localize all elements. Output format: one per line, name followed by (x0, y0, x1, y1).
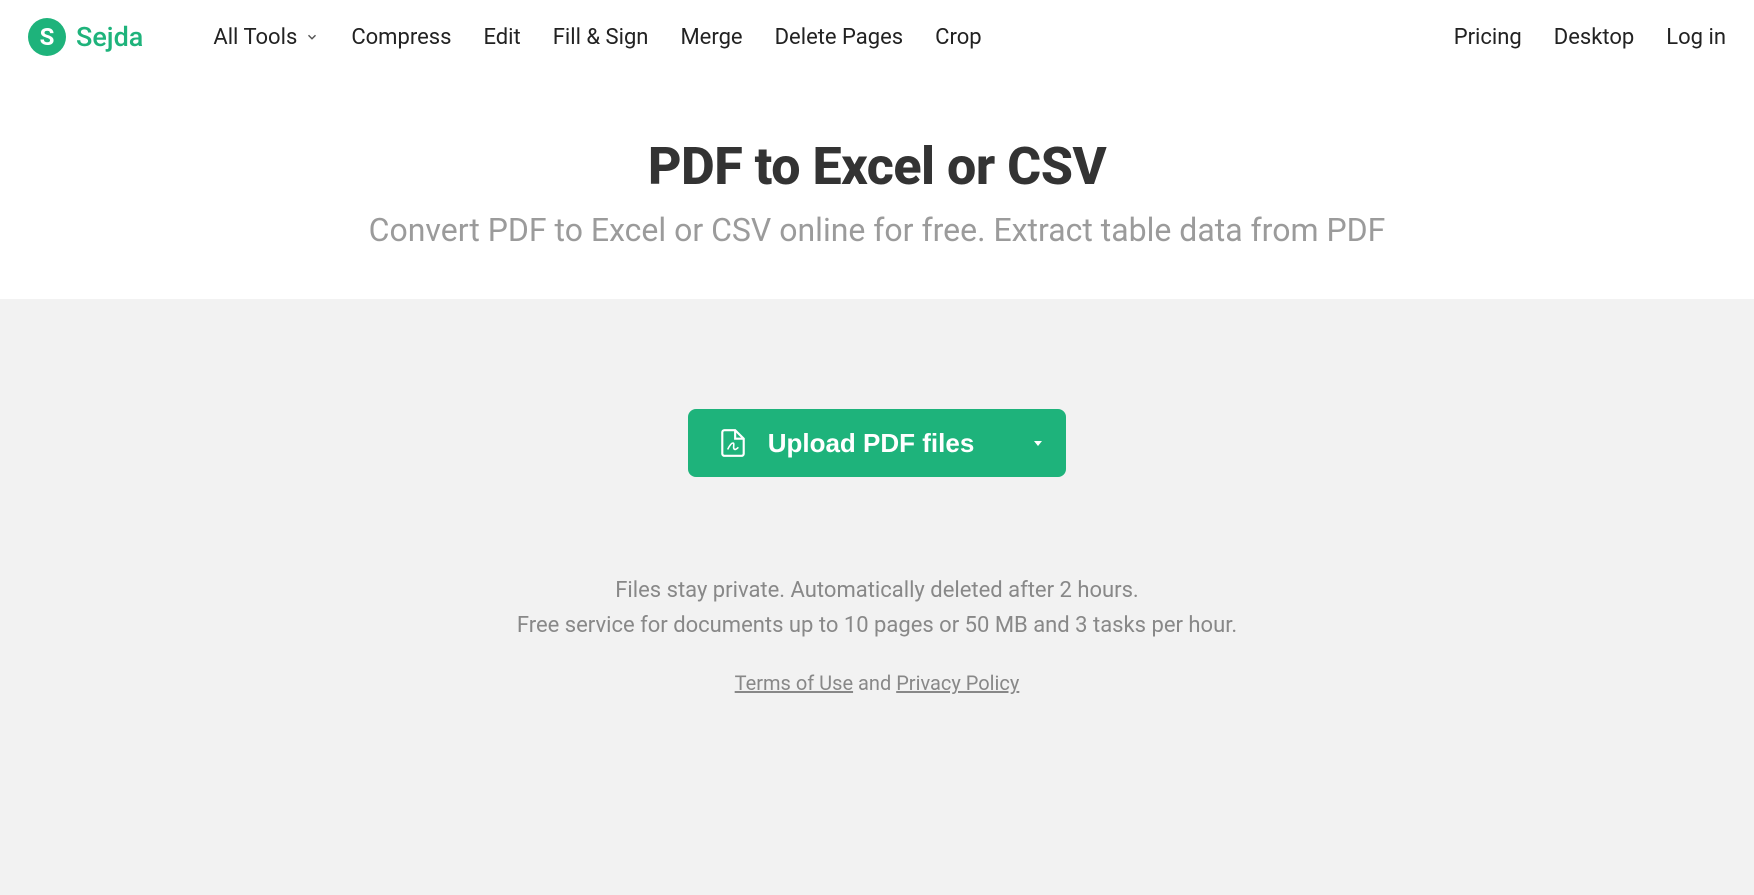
legal-links: Terms of Use and Privacy Policy (0, 671, 1754, 695)
header: S Sejda All Tools Compress Edit Fill & S… (0, 0, 1754, 74)
info-line-1: Files stay private. Automatically delete… (0, 573, 1754, 608)
page-subtitle: Convert PDF to Excel or CSV online for f… (0, 211, 1754, 249)
nav-fill-sign[interactable]: Fill & Sign (553, 25, 649, 50)
page-title: PDF to Excel or CSV (0, 136, 1754, 197)
info-line-2: Free service for documents up to 10 page… (0, 608, 1754, 643)
nav-all-tools-label: All Tools (213, 25, 297, 50)
logo[interactable]: S Sejda (28, 18, 143, 56)
nav-compress-label: Compress (351, 25, 451, 50)
logo-initial: S (40, 23, 55, 51)
nav-edit[interactable]: Edit (483, 25, 520, 50)
nav-crop[interactable]: Crop (935, 25, 981, 50)
upload-button-main: Upload PDF files (688, 409, 1011, 477)
nav-crop-label: Crop (935, 25, 981, 50)
file-pdf-icon (720, 428, 746, 458)
nav-desktop-label: Desktop (1554, 25, 1635, 50)
logo-text: Sejda (76, 21, 143, 53)
nav-compress[interactable]: Compress (351, 25, 451, 50)
nav-login-label: Log in (1666, 25, 1726, 50)
nav-left: All Tools Compress Edit Fill & Sign Merg… (213, 25, 981, 50)
nav-fill-sign-label: Fill & Sign (553, 25, 649, 50)
nav-merge-label: Merge (680, 25, 742, 50)
nav-login[interactable]: Log in (1666, 25, 1726, 50)
upload-button[interactable]: Upload PDF files (688, 409, 1067, 477)
caret-down-icon (1032, 437, 1044, 449)
privacy-policy-link[interactable]: Privacy Policy (896, 671, 1019, 695)
nav-delete-pages-label: Delete Pages (775, 25, 904, 50)
nav-pricing-label: Pricing (1454, 25, 1522, 50)
legal-and: and (853, 671, 896, 695)
nav-merge[interactable]: Merge (680, 25, 742, 50)
nav-delete-pages[interactable]: Delete Pages (775, 25, 904, 50)
info-text: Files stay private. Automatically delete… (0, 573, 1754, 643)
upload-dropdown-toggle[interactable] (1010, 409, 1066, 477)
upload-button-label: Upload PDF files (768, 428, 975, 459)
chevron-down-icon (305, 30, 319, 44)
nav-desktop[interactable]: Desktop (1554, 25, 1635, 50)
nav-right: Pricing Desktop Log in (1454, 25, 1726, 50)
upload-section: Upload PDF files Files stay private. Aut… (0, 289, 1754, 895)
logo-icon: S (28, 18, 66, 56)
nav-pricing[interactable]: Pricing (1454, 25, 1522, 50)
hero-section: PDF to Excel or CSV Convert PDF to Excel… (0, 74, 1754, 299)
terms-of-use-link[interactable]: Terms of Use (735, 671, 853, 695)
nav-all-tools[interactable]: All Tools (213, 25, 319, 50)
nav-edit-label: Edit (483, 25, 520, 50)
